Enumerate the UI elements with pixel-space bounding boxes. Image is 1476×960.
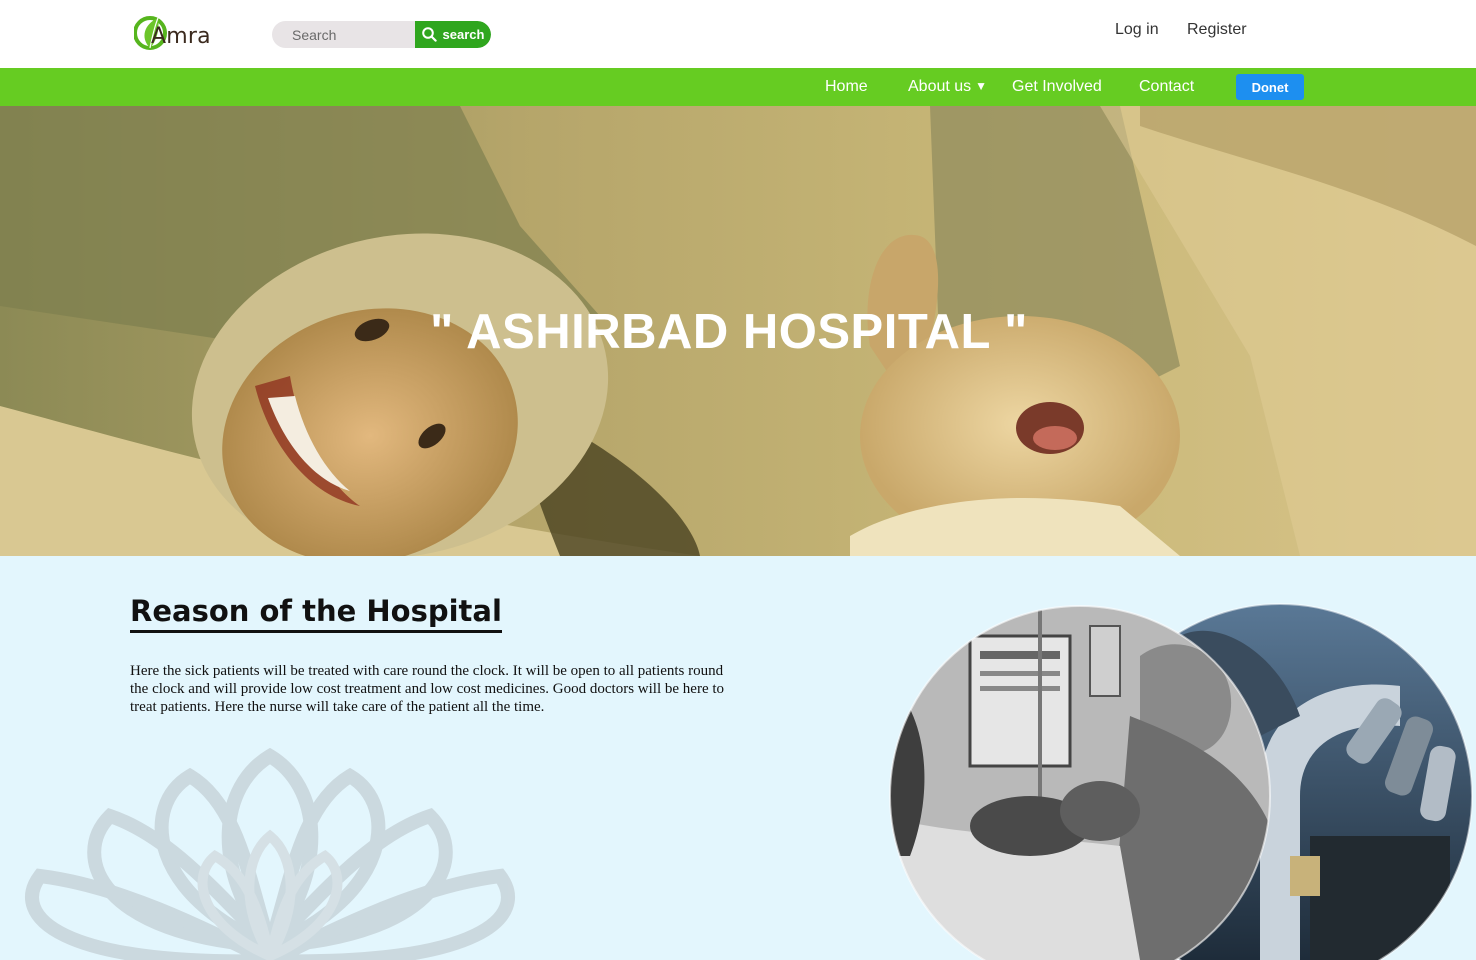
search-button[interactable]: search xyxy=(415,21,491,48)
section-title: Reason of the Hospital xyxy=(130,594,502,633)
donate-button[interactable]: Donet xyxy=(1236,74,1304,100)
nav-item-about-us-label: About us xyxy=(908,78,972,95)
search-icon xyxy=(421,27,437,42)
search-input[interactable] xyxy=(272,21,415,48)
section-body: Here the sick patients will be treated w… xyxy=(130,663,725,715)
nav-item-contact[interactable]: Contact xyxy=(1139,78,1194,96)
main-nav: Home About us ▼ Get Involved Contact Done… xyxy=(0,68,1476,106)
nav-item-about-us[interactable]: About us ▼ xyxy=(908,78,987,96)
nav-item-get-involved[interactable]: Get Involved xyxy=(1012,78,1102,96)
search-box: search xyxy=(272,21,491,48)
nav-item-home[interactable]: Home xyxy=(825,78,868,96)
hero-title: " ASHIRBAD HOSPITAL " xyxy=(430,305,1028,359)
site-logo[interactable]: Amra xyxy=(134,14,224,54)
caret-down-icon: ▼ xyxy=(975,79,988,93)
logo-text: Amra xyxy=(151,24,211,49)
hero-banner: " ASHIRBAD HOSPITAL " xyxy=(0,106,1476,556)
mandala-decoration xyxy=(25,747,515,960)
register-link[interactable]: Register xyxy=(1187,21,1247,39)
top-header: Amra search Log in Register xyxy=(0,0,1476,68)
login-link[interactable]: Log in xyxy=(1115,21,1159,39)
reason-section: Reason of the Hospital Here the sick pat… xyxy=(0,556,1476,960)
hospital-photo-circles xyxy=(889,603,1473,960)
search-button-label: search xyxy=(442,27,485,42)
